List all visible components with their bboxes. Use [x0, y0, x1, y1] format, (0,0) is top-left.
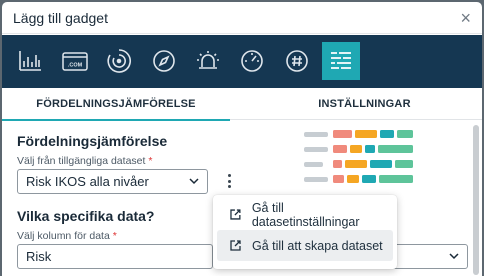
compass-icon[interactable]: [145, 42, 183, 80]
gauge-icon[interactable]: [233, 42, 271, 80]
dataset-label-text: Välj från tillgängliga dataset: [17, 155, 146, 167]
more-options-icon[interactable]: [226, 174, 232, 188]
dataset-select[interactable]: Risk IKOS alla nivåer: [17, 169, 208, 194]
menu-item-label: Gå till datasetinställningar: [251, 200, 360, 229]
section-heading-distribution: Fördelningsjämförelse: [17, 133, 168, 149]
preview-row-1: [304, 130, 413, 138]
dataset-options-menu: Gå till datasetinställningar Gå till att…: [213, 195, 397, 269]
chevron-down-icon: [449, 253, 459, 260]
menu-item-dataset-settings[interactable]: Gå till datasetinställningar: [217, 199, 393, 230]
alarm-bell-icon[interactable]: [189, 42, 227, 80]
external-link-icon: [230, 209, 241, 220]
section-heading-data: Vilka specifika data?: [17, 208, 155, 224]
tab-settings[interactable]: INSTÄLLNINGAR: [247, 88, 482, 120]
gadget-type-toolbar: .COM: [2, 35, 482, 88]
preview-row-3: [304, 160, 413, 168]
required-mark: *: [112, 230, 117, 242]
menu-item-label: Gå till att skapa dataset: [252, 238, 383, 253]
scrollbar[interactable]: [473, 125, 479, 275]
domain-com-icon[interactable]: .COM: [56, 42, 94, 80]
dialog-titlebar: Lägg till gadget ×: [2, 2, 482, 34]
column-select[interactable]: Risk: [17, 244, 213, 269]
distribution-preview-image: [304, 130, 413, 183]
close-icon[interactable]: ×: [460, 9, 471, 27]
column-field-label: Välj kolumn för data *: [17, 230, 117, 242]
dataset-field-label: Välj från tillgängliga dataset *: [17, 155, 152, 167]
bar-chart-icon[interactable]: [11, 42, 49, 80]
hashtag-icon[interactable]: [278, 42, 316, 80]
domain-com-text: .COM: [68, 63, 83, 69]
chevron-down-icon: [189, 178, 199, 185]
distribution-lines-icon[interactable]: [322, 42, 360, 80]
column-label-text: Välj kolumn för data: [17, 230, 110, 242]
refresh-circle-icon[interactable]: [100, 42, 138, 80]
preview-row-4: [304, 175, 413, 183]
tab-distribution-comparison[interactable]: FÖRDELNINGSJÄMFÖRELSE: [2, 88, 230, 121]
column-select-value: Risk: [26, 249, 52, 264]
dialog-title: Lägg till gadget: [13, 9, 108, 26]
required-mark: *: [148, 155, 153, 167]
menu-item-create-dataset[interactable]: Gå till att skapa dataset: [217, 230, 393, 261]
dataset-select-value: Risk IKOS alla nivåer: [26, 174, 149, 189]
preview-row-2: [304, 145, 413, 153]
tab-bar: FÖRDELNINGSJÄMFÖRELSE INSTÄLLNINGAR: [2, 88, 482, 121]
external-link-icon: [230, 240, 241, 251]
